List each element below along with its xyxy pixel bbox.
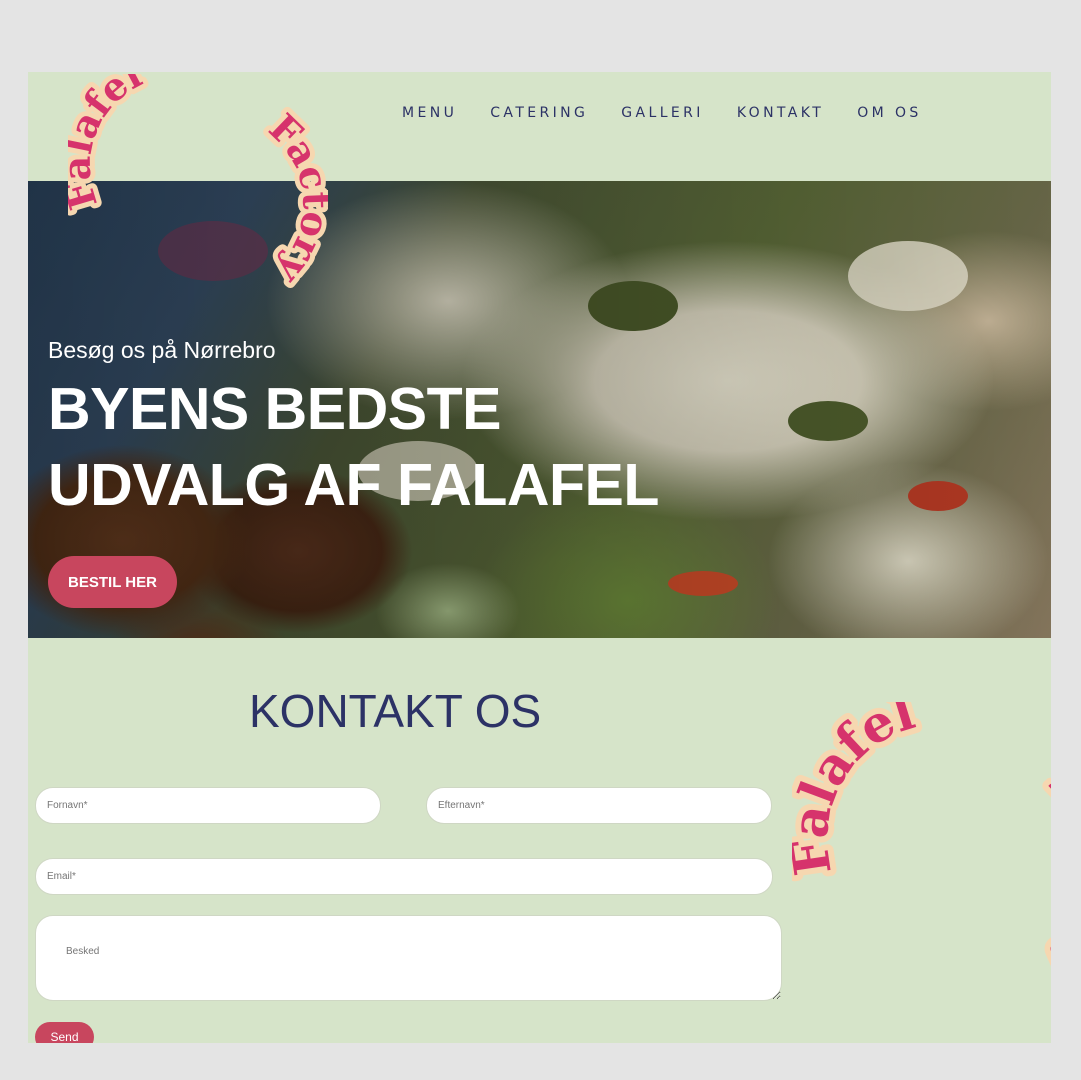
first-name-field[interactable]	[35, 787, 381, 824]
hero-title: BYENS BEDSTE UDVALG AF FALAFEL	[48, 371, 659, 523]
hero-title-line-2: UDVALG AF FALAFEL	[48, 452, 659, 518]
svg-text:Factory: Factory	[1036, 752, 1051, 1001]
svg-text:Falafel: Falafel	[792, 702, 921, 879]
nav-link-om-os[interactable]: OM OS	[857, 105, 921, 121]
hero-title-line-1: BYENS BEDSTE	[48, 376, 501, 442]
message-field[interactable]	[35, 915, 782, 1001]
nav-link-galleri[interactable]: GALLERI	[621, 105, 704, 121]
email-field[interactable]	[35, 858, 773, 895]
send-button[interactable]: Send	[35, 1022, 94, 1043]
svg-text:Falafel: Falafel	[68, 74, 149, 215]
order-button[interactable]: BESTIL HER	[48, 556, 177, 608]
nav-links: MENU CATERING GALLERI KONTAKT OM OS	[402, 105, 922, 121]
nav-link-catering[interactable]: CATERING	[490, 105, 588, 121]
contact-title: KONTAKT OS	[249, 685, 542, 737]
falafel-factory-logo[interactable]: Falafel Falafel Factory Factory	[68, 74, 328, 304]
falafel-factory-logo-large: Falafel Falafel Factory Factory	[792, 702, 1051, 1007]
nav-link-kontakt[interactable]: KONTAKT	[737, 105, 824, 121]
last-name-field[interactable]	[426, 787, 772, 824]
page: MENU CATERING GALLERI KONTAKT OM OS Besø…	[28, 72, 1051, 1043]
hero-subtitle: Besøg os på Nørrebro	[48, 337, 276, 363]
nav-link-menu[interactable]: MENU	[402, 105, 457, 121]
svg-text:Factory: Factory	[261, 105, 328, 294]
